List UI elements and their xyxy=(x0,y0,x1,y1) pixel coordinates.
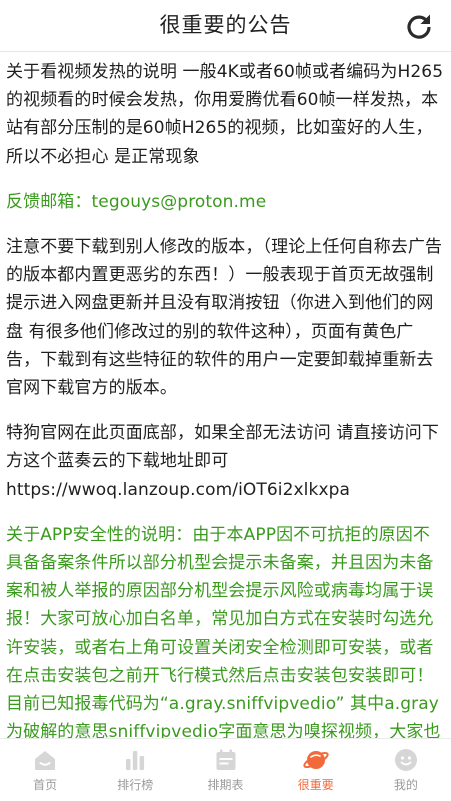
notice-paragraph-official-site: 特狗官网在此页面底部，如果全部无法访问 请直接访问下方这个蓝奏云的下载地址即可 … xyxy=(6,419,446,504)
tab-ranking[interactable]: 排行榜 xyxy=(90,739,180,801)
official-site-text: 特狗官网在此页面底部，如果全部无法访问 请直接访问下方这个蓝奏云的下载地址即可 … xyxy=(6,423,440,500)
tab-schedule-label: 排期表 xyxy=(207,778,244,792)
top-app-bar: 很重要的公告 xyxy=(0,0,451,52)
tab-important-label: 很重要 xyxy=(297,778,334,792)
bar-chart-icon xyxy=(126,751,145,770)
notice-paragraph-modified-version: 注意不要下载到别人修改的版本，（理论上任何自称去广告的版本都内置更恶劣的东西！）… xyxy=(6,237,443,399)
bottom-tab-bar: 首页 排行榜 排期表 很重要 我的 xyxy=(0,738,451,801)
refresh-icon xyxy=(407,14,431,39)
tab-home-label: 首页 xyxy=(33,778,58,792)
tab-important[interactable]: 很重要 xyxy=(271,739,361,801)
tab-schedule[interactable]: 排期表 xyxy=(180,739,270,801)
home-icon xyxy=(35,751,56,770)
profile-face-icon xyxy=(394,749,417,771)
schedule-icon xyxy=(216,749,235,770)
tab-mine-label: 我的 xyxy=(393,778,418,792)
notice-paragraph-heat: 关于看视频发热的说明 一般4K或者60帧或者编码为H265的视频看的时候会发热，… xyxy=(6,62,444,167)
planet-icon xyxy=(303,751,329,769)
feedback-email: 反馈邮箱：tegouys@proton.me xyxy=(6,191,267,212)
tab-mine[interactable]: 我的 xyxy=(361,739,451,801)
page-title: 很重要的公告 xyxy=(159,13,292,37)
notice-paragraph-security: 关于APP安全性的说明：由于本APP因不可抗拒的原因不具备备案条件所以部分机型会… xyxy=(6,524,441,738)
refresh-button[interactable] xyxy=(403,10,435,42)
notice-content: 关于看视频发热的说明 一般4K或者60帧或者编码为H265的视频看的时候会发热，… xyxy=(0,52,451,738)
tab-home[interactable]: 首页 xyxy=(0,739,90,801)
tab-ranking-label: 排行榜 xyxy=(117,778,154,792)
